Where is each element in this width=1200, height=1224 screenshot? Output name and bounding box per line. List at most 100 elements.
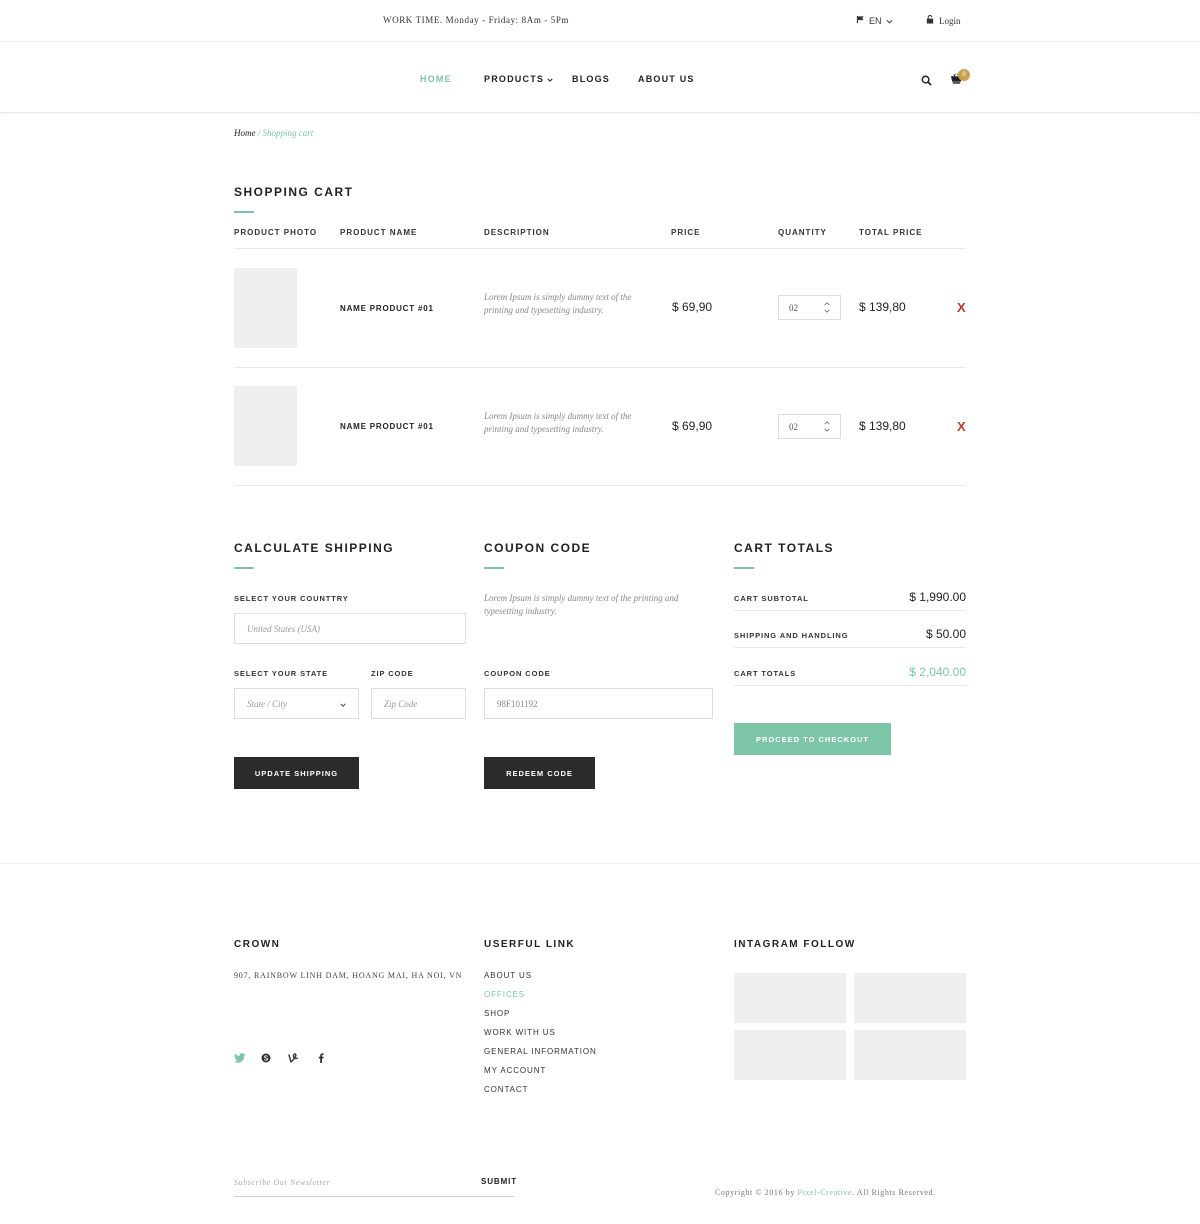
quantity-value: 02 bbox=[789, 302, 798, 313]
breadcrumb-home[interactable]: Home bbox=[234, 128, 256, 138]
instagram-photo[interactable] bbox=[734, 973, 846, 1023]
instagram-photo[interactable] bbox=[854, 973, 966, 1023]
work-time: WORK TIME. Monday - Friday: 8Am - 5Pm bbox=[383, 15, 570, 25]
update-shipping-button[interactable]: UPDATE SHIPPING bbox=[234, 757, 359, 789]
footer-link-general-information[interactable]: GENERAL INFORMATION bbox=[484, 1047, 597, 1056]
totals-title-underline bbox=[734, 567, 754, 569]
newsletter-submit-button[interactable]: SUBMIT bbox=[481, 1177, 517, 1186]
zip-label: ZIP CODE bbox=[371, 669, 414, 678]
newsletter-placeholder: Subscribe Out Newsletter bbox=[234, 1178, 331, 1187]
state-select[interactable]: State / City bbox=[234, 688, 359, 719]
cart-count-badge: 0 bbox=[958, 69, 970, 81]
header-price: PRICE bbox=[671, 228, 701, 237]
remove-item-button[interactable]: X bbox=[957, 300, 966, 315]
header-product-photo: PRODUCT PHOTO bbox=[234, 228, 318, 237]
chevron-down-icon bbox=[340, 699, 346, 709]
header-total-price: TOTAL PRICE bbox=[859, 228, 923, 237]
cart-totals-value: $ 2,040.00 bbox=[909, 665, 966, 679]
instagram-photo[interactable] bbox=[854, 1030, 966, 1080]
country-label: SELECT YOUR COUNTTRY bbox=[234, 594, 349, 603]
footer-link-shop[interactable]: SHOP bbox=[484, 1009, 510, 1018]
chevron-up-icon bbox=[824, 302, 830, 306]
chevron-down-icon bbox=[886, 16, 893, 26]
twitter-icon[interactable] bbox=[234, 1053, 246, 1066]
remove-item-button[interactable]: X bbox=[957, 419, 966, 434]
copyright-suffix: . All Rights Reserved. bbox=[852, 1188, 936, 1197]
footer-link-my-account[interactable]: MY ACCOUNT bbox=[484, 1066, 546, 1075]
product-photo[interactable] bbox=[234, 268, 297, 348]
proceed-to-checkout-button[interactable]: PROCEED TO CHECKOUT bbox=[734, 723, 891, 755]
coupon-input[interactable]: 98F101192 bbox=[484, 688, 713, 719]
footer-divider bbox=[0, 863, 1200, 864]
login-link[interactable]: Login bbox=[926, 14, 961, 26]
breadcrumb-separator: / bbox=[255, 128, 263, 138]
nav-products[interactable]: PRODUCTS bbox=[484, 74, 553, 84]
chevron-down-icon bbox=[824, 309, 830, 313]
quantity-stepper[interactable]: 02 bbox=[778, 295, 841, 320]
stepper-arrows[interactable] bbox=[824, 302, 830, 313]
facebook-icon[interactable] bbox=[318, 1053, 324, 1066]
shipping-title: CALCULATE SHIPPING bbox=[234, 541, 395, 555]
chevron-up-icon bbox=[824, 421, 830, 425]
cart-title-underline bbox=[234, 211, 254, 213]
footer-crown-title: CROWN bbox=[234, 939, 281, 950]
footer-link-contact[interactable]: CONTACT bbox=[484, 1085, 528, 1094]
stepper-arrows[interactable] bbox=[824, 421, 830, 432]
product-price: $ 69,90 bbox=[672, 419, 713, 433]
chevron-down-icon bbox=[824, 428, 830, 432]
breadcrumb: Home / Shopping cart bbox=[234, 128, 313, 138]
coupon-title: COUPON CODE bbox=[484, 541, 592, 555]
subtotal-value: $ 1,990.00 bbox=[909, 590, 966, 604]
shipping-handling-label: SHIPPING AND HANDLING bbox=[734, 631, 849, 640]
product-photo[interactable] bbox=[234, 386, 297, 466]
language-label: EN bbox=[869, 15, 882, 26]
cart-totals-label: CART TOTALS bbox=[734, 669, 797, 678]
coupon-label: COUPON CODE bbox=[484, 669, 551, 678]
zip-input[interactable]: Zip Code bbox=[371, 688, 466, 719]
product-name[interactable]: NAME PRODUCT #01 bbox=[340, 304, 434, 313]
search-icon[interactable] bbox=[921, 73, 932, 91]
coupon-description: Lorem Ipsum is simply dummy text of the … bbox=[484, 593, 679, 616]
country-input[interactable]: United States (USA) bbox=[234, 613, 466, 644]
state-placeholder: State / City bbox=[247, 698, 287, 709]
totals-divider bbox=[734, 685, 966, 686]
footer-link-about-us[interactable]: ABOUT US bbox=[484, 971, 532, 980]
breadcrumb-current: Shopping cart bbox=[262, 128, 314, 138]
quantity-stepper[interactable]: 02 bbox=[778, 414, 841, 439]
row-divider bbox=[234, 367, 966, 368]
totals-title: CART TOTALS bbox=[734, 541, 835, 555]
cart-title: SHOPPING CART bbox=[234, 185, 354, 199]
nav-about-us[interactable]: ABOUT US bbox=[638, 74, 695, 84]
footer-link-offices[interactable]: OFFICES bbox=[484, 990, 525, 999]
footer-links-title: USERFUL LINK bbox=[484, 939, 576, 950]
skype-icon[interactable] bbox=[261, 1053, 271, 1066]
footer-instagram-title: INTAGRAM FOLLOW bbox=[734, 939, 856, 950]
chevron-down-icon bbox=[547, 74, 553, 84]
redeem-code-button[interactable]: REDEEM CODE bbox=[484, 757, 595, 789]
footer-link-work-with-us[interactable]: WORK WITH US bbox=[484, 1028, 556, 1037]
totals-divider bbox=[734, 610, 966, 611]
state-label: SELECT YOUR STATE bbox=[234, 669, 329, 678]
shipping-title-underline bbox=[234, 567, 254, 569]
subtotal-label: CART SUBTOTAL bbox=[734, 594, 809, 603]
totals-divider bbox=[734, 647, 966, 648]
table-header-divider bbox=[234, 248, 966, 249]
product-name[interactable]: NAME PRODUCT #01 bbox=[340, 422, 434, 431]
language-selector[interactable]: EN bbox=[856, 15, 893, 26]
header-product-name: PRODUCT NAME bbox=[340, 228, 418, 237]
nav-blogs[interactable]: BLOGS bbox=[572, 74, 610, 84]
coupon-value: 98F101192 bbox=[497, 698, 538, 709]
copyright-prefix: Copyright © 2016 by bbox=[715, 1188, 798, 1197]
coupon-title-underline bbox=[484, 567, 504, 569]
flag-icon bbox=[856, 15, 865, 26]
product-price: $ 69,90 bbox=[672, 300, 713, 314]
copyright-brand[interactable]: Pixel-Creative bbox=[798, 1188, 853, 1197]
vine-icon[interactable] bbox=[288, 1053, 299, 1066]
product-description: Lorem Ipsum is simply dummy text of the … bbox=[484, 411, 632, 434]
login-label: Login bbox=[939, 15, 961, 26]
lock-icon bbox=[926, 14, 934, 26]
instagram-photo[interactable] bbox=[734, 1030, 846, 1080]
row-divider bbox=[234, 485, 966, 486]
nav-home[interactable]: HOME bbox=[420, 74, 452, 84]
header-quantity: QUANTITY bbox=[778, 228, 827, 237]
